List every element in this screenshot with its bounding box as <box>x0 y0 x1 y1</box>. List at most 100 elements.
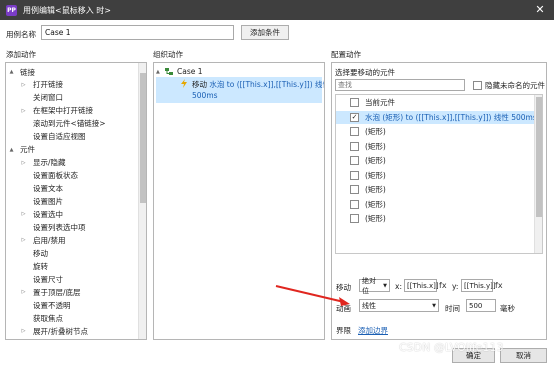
tree-item[interactable]: ▲ 链接 <box>6 66 140 78</box>
time-input[interactable]: 500 <box>466 299 496 312</box>
target-checkbox[interactable] <box>350 156 359 165</box>
add-action-heading: 添加动作 <box>6 50 36 59</box>
target-checkbox[interactable] <box>350 170 359 180</box>
collapse-icon: ▲ <box>156 68 160 75</box>
x-input[interactable]: [[This.x]] <box>404 279 439 292</box>
target-row[interactable]: 当前元件 <box>336 96 542 109</box>
target-row[interactable]: (矩形) <box>336 198 542 211</box>
tree-scrollbar[interactable] <box>138 63 146 339</box>
tree-item[interactable]: 设置不透明 <box>6 299 140 311</box>
tree-item[interactable]: 设置图片 <box>6 196 140 208</box>
target-row[interactable]: (矩形) <box>336 212 542 225</box>
tree-item[interactable]: 移动 <box>6 247 140 259</box>
lightning-icon <box>181 79 187 88</box>
move-mode-select[interactable]: 绝对位 ▼ <box>359 277 390 295</box>
add-bounds-link[interactable]: 添加边界 <box>358 325 388 336</box>
tree-item-label: 设置不透明 <box>33 300 71 310</box>
tree-scroll-thumb[interactable] <box>140 73 146 203</box>
cancel-button[interactable]: 取消 <box>500 348 547 363</box>
watermark: CSDN @LVOlife113 <box>399 341 504 354</box>
expand-icon[interactable]: ▷ <box>20 160 27 166</box>
tree-item-label: 设置尺寸 <box>33 274 63 284</box>
expand-icon[interactable]: ▷ <box>20 237 27 243</box>
case-name-input[interactable] <box>41 25 234 40</box>
target-checkbox[interactable] <box>350 141 359 151</box>
expand-icon[interactable]: ▷ <box>20 211 27 217</box>
x-fx-button[interactable]: fx <box>439 281 447 290</box>
target-row[interactable]: (矩形) <box>336 154 542 167</box>
expand-icon[interactable]: ▷ <box>20 328 27 334</box>
target-checkbox[interactable]: ✓ <box>350 112 359 122</box>
tree-item[interactable]: 旋转 <box>6 260 140 272</box>
configure-panel: 选择要移动的元件 隐藏未命名的元件 当前元件 ✓ 水泡 (矩形) to ([[Thi… <box>331 62 547 340</box>
tree-item[interactable]: 关闭窗口 <box>6 92 140 104</box>
tree-item[interactable]: ▷ 打开链接 <box>6 79 140 91</box>
hide-unnamed-toggle[interactable]: 隐藏未命名的元件 <box>473 80 545 91</box>
tree-item[interactable]: 设置自适应视图 <box>6 131 140 143</box>
tree-item[interactable]: ▷ 在框架中打开链接 <box>6 105 140 117</box>
animation-value: 线性 <box>362 301 376 310</box>
target-row[interactable]: ✓ 水泡 (矩形) to ([[This.x]],[[This.y]]) 线性 5… <box>336 110 542 124</box>
target-row[interactable]: (矩形) <box>336 125 542 138</box>
target-label: 水泡 (矩形) to ([[This.x]],[[This.y]]) 线性 50… <box>365 112 537 122</box>
tree-item-label: 旋转 <box>33 261 48 271</box>
tree-item[interactable]: 设置列表选中项 <box>6 221 140 233</box>
case-name-label: 用例名称 <box>6 30 36 39</box>
add-condition-button[interactable]: 添加条件 <box>241 25 289 40</box>
hide-unnamed-checkbox[interactable] <box>473 81 482 90</box>
expand-icon[interactable]: ▷ <box>20 82 27 88</box>
tree-item[interactable]: 设置尺寸 <box>6 273 140 285</box>
target-scrollbar[interactable] <box>534 95 542 253</box>
tree-item-label: 获取焦点 <box>33 313 63 323</box>
case-label: Case 1 <box>177 67 203 76</box>
collapse-icon[interactable]: ▲ <box>8 69 15 75</box>
tree-item[interactable]: ▷ 展开/折叠树节点 <box>6 325 140 337</box>
target-label: (矩形) <box>365 199 386 209</box>
hide-unnamed-label: 隐藏未命名的元件 <box>485 81 545 90</box>
target-label: (矩形) <box>365 170 386 180</box>
tree-item[interactable]: ▷ 启用/禁用 <box>6 234 140 246</box>
target-row[interactable]: (矩形) <box>336 183 542 196</box>
tree-item-label: 设置图片 <box>33 197 63 206</box>
tree-item[interactable]: 设置文本 <box>6 183 140 195</box>
expand-icon[interactable]: ▷ <box>20 289 27 295</box>
target-label: (矩形) <box>365 141 386 151</box>
tree-item-label: 设置列表选中项 <box>33 222 86 232</box>
tree-item-label: 置于顶层/底层 <box>33 287 81 297</box>
target-checkbox[interactable] <box>350 199 359 209</box>
tree-item[interactable]: ▷ 显示/隐藏 <box>6 157 140 169</box>
action-detail: 水泡 to ([[This.x]],[[This.y]]) 线性 <box>209 80 325 89</box>
target-checkbox[interactable] <box>350 185 359 194</box>
collapse-icon[interactable]: ▲ <box>8 147 15 153</box>
target-row[interactable]: (矩形) <box>336 140 542 153</box>
target-list: 当前元件 ✓ 水泡 (矩形) to ([[This.x]],[[This.y]]) … <box>335 94 543 254</box>
tree-item[interactable]: 设置面板状态 <box>6 170 140 182</box>
tree-item[interactable]: ▲ 元件 <box>6 144 140 156</box>
tree-item[interactable]: 滚动到元件<锚链接> <box>6 118 140 130</box>
bounds-label: 界限 <box>336 326 351 335</box>
target-scroll-thumb[interactable] <box>536 97 542 217</box>
search-input[interactable] <box>335 79 465 91</box>
animation-select[interactable]: 线性 ▼ <box>359 299 439 312</box>
tree-item[interactable]: ▷ 置于顶层/底层 <box>6 286 140 298</box>
y-input[interactable]: [[This.y]] <box>461 279 496 292</box>
action-item-move[interactable]: 移动 水泡 to ([[This.x]],[[This.y]]) 线性 500m… <box>156 77 325 103</box>
case-node[interactable]: ▲ Case 1 <box>156 66 203 77</box>
tree-item-label: 展开/折叠树节点 <box>33 326 89 336</box>
tree-item[interactable]: ▷ 设置选中 <box>6 208 140 220</box>
tree-item-label: 显示/隐藏 <box>33 158 66 168</box>
y-fx-button[interactable]: fx <box>495 281 503 290</box>
target-checkbox[interactable] <box>350 214 359 223</box>
target-row[interactable]: (矩形) <box>336 169 542 182</box>
ms-label: 毫秒 <box>500 304 515 313</box>
expand-icon[interactable]: ▷ <box>20 108 27 114</box>
x-label: x: <box>395 282 402 291</box>
target-checkbox[interactable] <box>350 127 359 136</box>
window-title: 用例编辑<鼠标移入 时> <box>23 5 111 15</box>
target-checkbox[interactable] <box>350 98 359 107</box>
tree-item-label: 链接 <box>20 67 35 77</box>
close-button[interactable]: ✕ <box>532 2 548 18</box>
tree-item[interactable]: 获取焦点 <box>6 312 140 324</box>
tree-item-label: 在框架中打开链接 <box>33 106 93 116</box>
tree-item-label: 设置面板状态 <box>33 171 78 181</box>
